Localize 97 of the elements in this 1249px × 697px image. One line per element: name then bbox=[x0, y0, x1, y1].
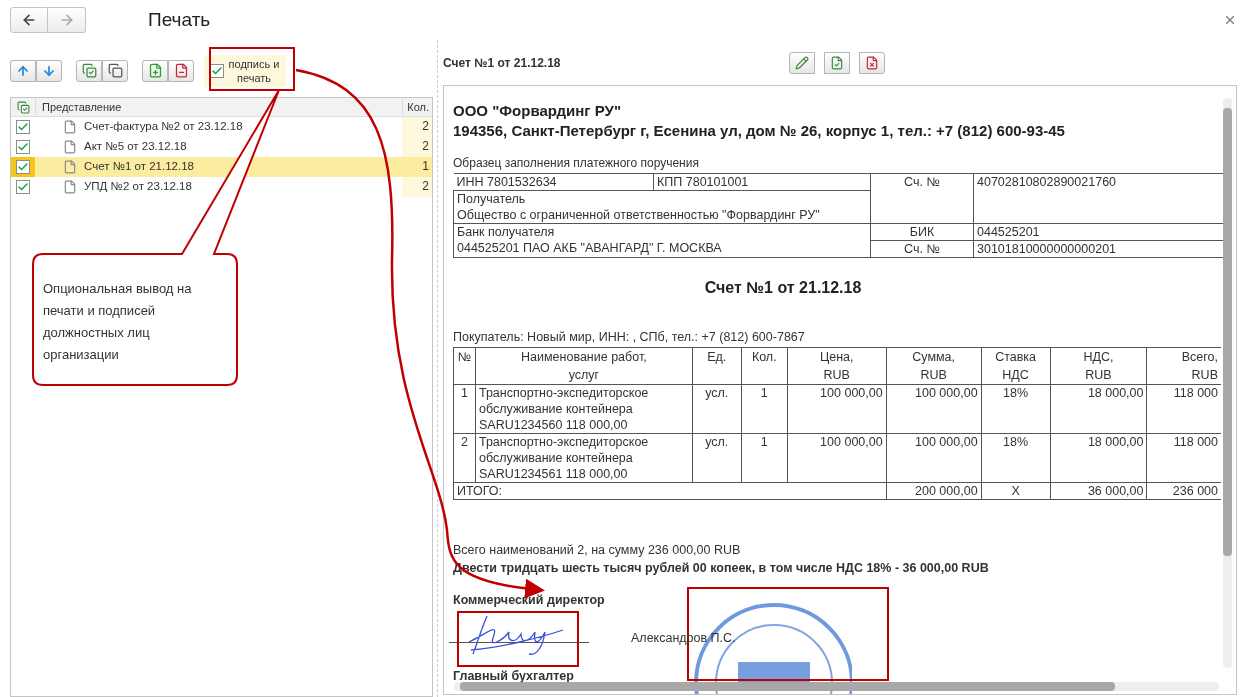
table-cell-text: усл. bbox=[705, 435, 729, 449]
check-all-icon bbox=[16, 100, 30, 114]
table-cell-text: ИНН 7801532634 bbox=[456, 175, 557, 189]
table-cell-text: 1 bbox=[461, 386, 468, 400]
document-icon bbox=[63, 160, 77, 174]
company-name: ООО "Форвардинг РУ" bbox=[453, 101, 623, 121]
table-cell-text: 100 000,00 bbox=[915, 386, 978, 400]
table-cell-text: Получатель bbox=[457, 191, 527, 207]
table-cell-text: 40702810802890021760 bbox=[977, 175, 1117, 189]
cancel-button[interactable] bbox=[859, 51, 885, 74]
document-name: Счет-фактура №2 от 23.12.18 bbox=[84, 119, 244, 135]
add-copy-button[interactable] bbox=[142, 59, 168, 82]
table-cell-text: 118 000 bbox=[1173, 435, 1218, 449]
table-cell-text: БИК bbox=[909, 225, 935, 239]
invoice-title: Счет №1 от 21.12.18 bbox=[703, 278, 863, 298]
document-name: Счет №1 от 21.12.18 bbox=[84, 159, 195, 175]
table-cell-text: ИТОГО: bbox=[457, 484, 503, 498]
company-address: 194356, Санкт-Петербург г, Есенина ул, дом № 26, корпус 1, тел.: +7 (812) 600-93-45 bbox=[453, 121, 1066, 141]
window-title: Печать bbox=[148, 7, 211, 32]
file-check-icon bbox=[830, 55, 844, 70]
table-cell-text: 2 bbox=[461, 435, 468, 449]
copies-count: 2 bbox=[402, 177, 432, 197]
table-cell-text: Ставка НДС bbox=[995, 350, 1037, 382]
copies-count: 1 bbox=[421, 158, 430, 175]
table-cell-text: 1 bbox=[760, 435, 768, 449]
table-cell-text: Сч. № bbox=[904, 175, 940, 189]
table-cell-text: Транспортно-экспедиторское обслуживание контейнера SARU1234561 118 000,00 bbox=[479, 435, 649, 481]
table-cell-text: Цена, RUB bbox=[819, 350, 854, 382]
table-cell-text: 36 000,00 bbox=[1087, 484, 1144, 498]
table-cell-text: Транспортно-экспедиторское обслуживание контейнера SARU1234560 118 000,00 bbox=[479, 386, 649, 432]
file-minus-icon bbox=[173, 63, 189, 78]
table-cell-text: 18% bbox=[1003, 435, 1029, 449]
checkbox[interactable] bbox=[16, 120, 30, 134]
table-cell-text: Кол. bbox=[751, 350, 777, 364]
table-cell-text: Сч. № bbox=[904, 242, 940, 256]
table-cell-text: 18% bbox=[1003, 386, 1029, 400]
table-cell-text: Ед. bbox=[707, 350, 727, 364]
table-cell-text: 100 000,00 bbox=[820, 386, 883, 400]
move-down-button[interactable] bbox=[36, 59, 62, 82]
file-x-icon bbox=[865, 55, 879, 70]
buyer-info: Покупатель: Новый мир, ИНН: , СПб, тел.: +7 (812) 600-7867 bbox=[453, 329, 806, 345]
items-summary: Всего наименований 2, на сумму 236 000,00 RUB bbox=[453, 542, 742, 558]
copies-count: 2 bbox=[402, 117, 432, 137]
table-cell-text: Сумма, RUB bbox=[912, 350, 955, 382]
file-plus-icon bbox=[147, 63, 163, 78]
table-cell-text: 100 000,00 bbox=[915, 435, 978, 449]
uncheck-all-button[interactable] bbox=[102, 59, 128, 82]
close-icon[interactable] bbox=[1223, 13, 1237, 27]
table-cell-text: Банк получателя bbox=[457, 224, 556, 240]
table-cell-text: 044525201 ПАО АКБ "АВАНГАРД" Г. МОСКВА bbox=[457, 240, 723, 256]
copies-icon bbox=[107, 63, 123, 78]
checkbox[interactable] bbox=[16, 140, 30, 154]
table-cell-text: 100 000,00 bbox=[820, 435, 883, 449]
table-cell-text: Всего, RUB bbox=[1181, 350, 1218, 382]
table-cell-text: 30101810000000000201 bbox=[977, 242, 1117, 256]
callout-text: Опциональная вывод на печати и подписей должностных лиц организации bbox=[43, 280, 193, 364]
table-cell-text: 18 000,00 bbox=[1087, 435, 1144, 449]
check-all-button[interactable] bbox=[76, 59, 102, 82]
pencil-icon bbox=[795, 55, 809, 70]
signatory-title: Коммерческий директор bbox=[453, 592, 606, 608]
arrow-down-icon bbox=[42, 63, 56, 78]
table-cell-text: Общество с ограниченной ответственностью "Форвардинг РУ" bbox=[457, 207, 821, 223]
table-cell-text: 200 000,00 bbox=[915, 484, 978, 498]
payment-caption: Образец заполнения платежного поручения bbox=[453, 155, 700, 171]
table-cell-text: 236 000 bbox=[1172, 484, 1218, 498]
document-icon bbox=[63, 140, 77, 154]
table-cell-text: КПП 780101001 bbox=[657, 175, 749, 189]
table-cell-text: усл. bbox=[705, 386, 729, 400]
preview-title: Счет №1 от 21.12.18 bbox=[443, 54, 562, 72]
sign-and-stamp-option[interactable]: подпись и печать bbox=[204, 54, 286, 87]
accept-button[interactable] bbox=[824, 51, 850, 74]
document-row[interactable]: Счет №1 от 21.12.18 1 bbox=[11, 157, 432, 177]
signatory-title: Главный бухгалтер bbox=[453, 668, 575, 684]
document-icon bbox=[63, 180, 77, 194]
column-header: Кол. bbox=[402, 98, 432, 116]
document-name: УПД №2 от 23.12.18 bbox=[84, 179, 193, 195]
document-name: Акт №5 от 23.12.18 bbox=[84, 139, 188, 155]
remove-copy-button[interactable] bbox=[168, 59, 194, 82]
table-cell-text: Наименование работ, услуг bbox=[521, 350, 647, 382]
vertical-scrollbar[interactable] bbox=[1223, 98, 1232, 668]
back-icon bbox=[21, 12, 37, 28]
move-up-button[interactable] bbox=[10, 59, 36, 82]
table-cell-text: 118 000 bbox=[1173, 386, 1218, 400]
edit-button[interactable] bbox=[789, 51, 815, 74]
table-cell-text: 1 bbox=[760, 386, 768, 400]
back-button[interactable] bbox=[10, 7, 48, 33]
checkbox[interactable] bbox=[16, 180, 30, 194]
document-icon bbox=[63, 120, 77, 134]
table-cell-text: НДС, RUB bbox=[1083, 350, 1114, 382]
horizontal-scrollbar[interactable] bbox=[454, 682, 1219, 691]
copies-count: 2 bbox=[402, 137, 432, 157]
table-cell-text: 044525201 bbox=[977, 225, 1040, 239]
checkbox[interactable] bbox=[16, 160, 30, 174]
table-cell-text: 18 000,00 bbox=[1087, 386, 1144, 400]
table-cell-text: № bbox=[457, 350, 472, 364]
table-cell-text: Х bbox=[1011, 484, 1020, 498]
check-all-icon bbox=[81, 63, 97, 78]
